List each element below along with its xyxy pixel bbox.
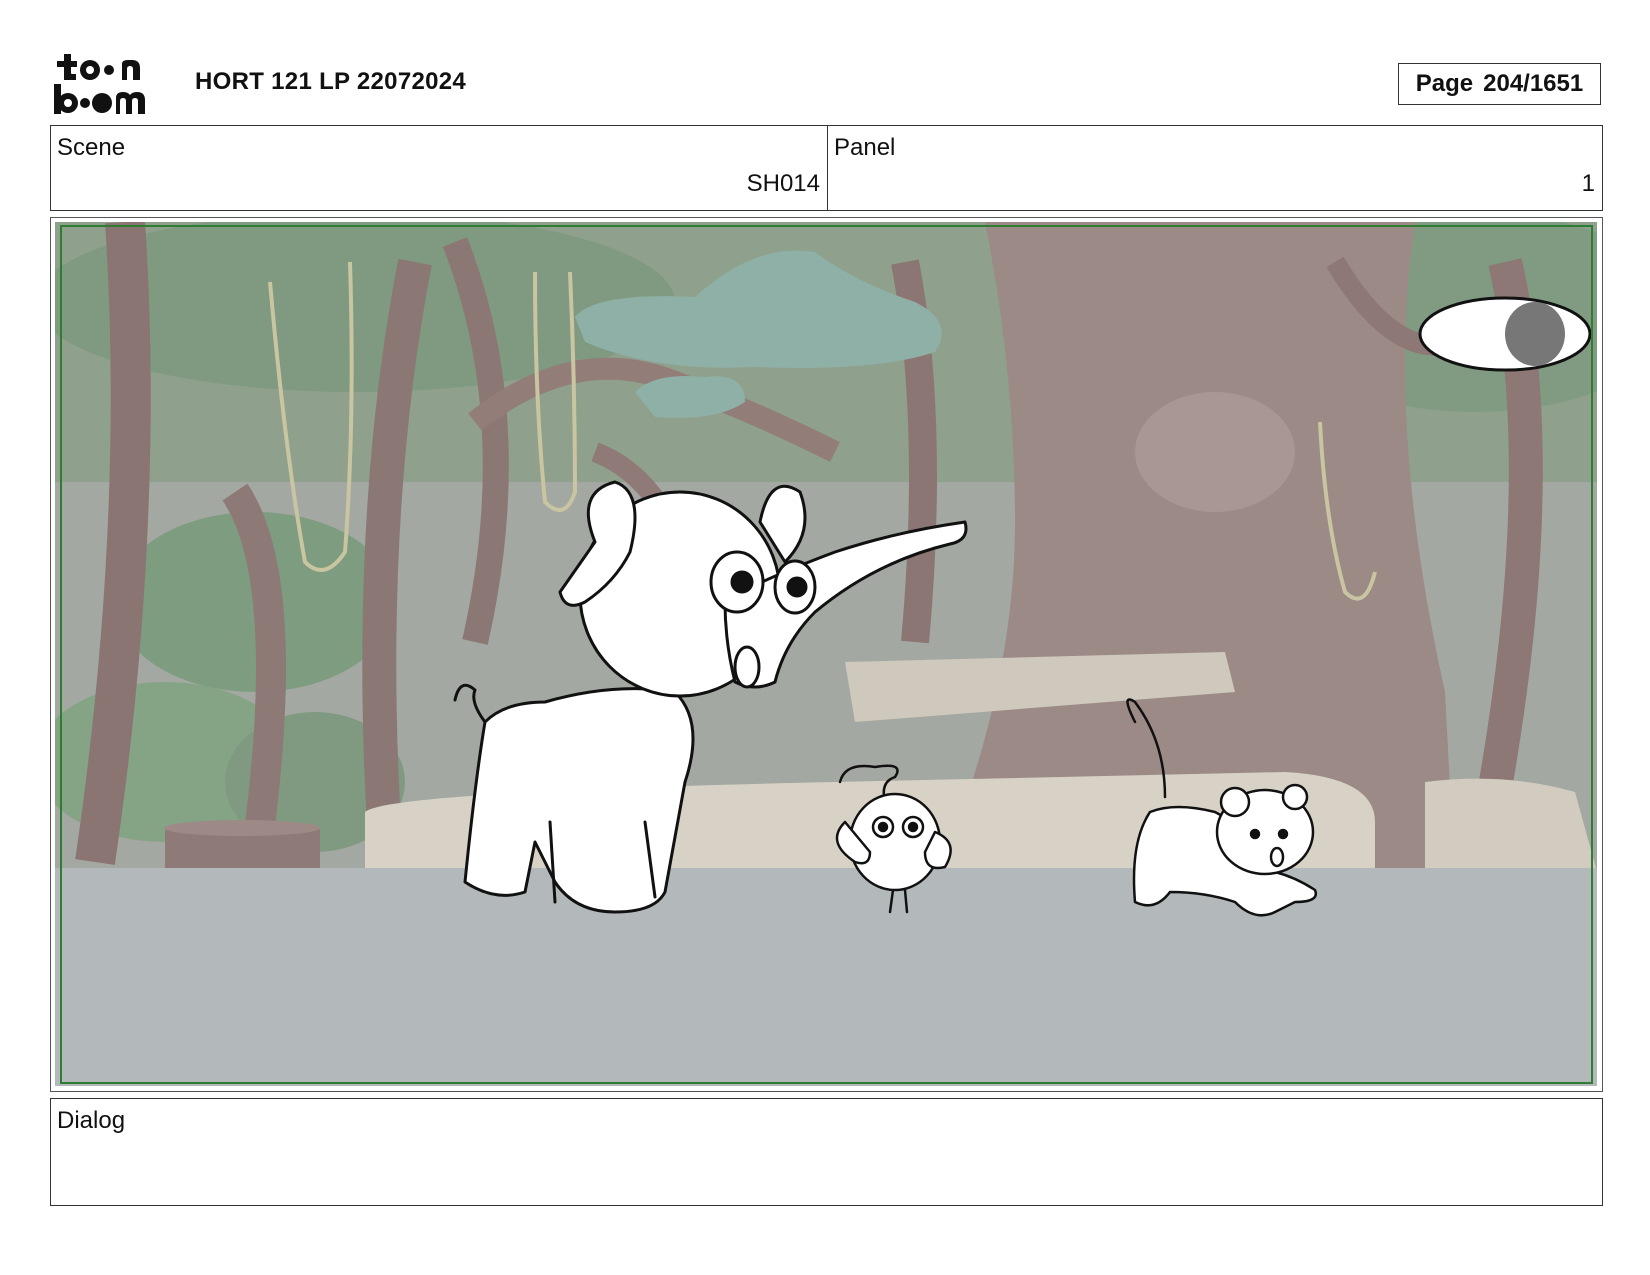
dialog-label: Dialog [57,1107,126,1134]
scene-panel-row: Scene SH014 Panel 1 [50,125,1603,211]
panel-cell: Panel 1 [828,126,1602,210]
panel-label: Panel [834,134,896,161]
scene-cell: Scene SH014 [51,126,828,210]
panel-value: 1 [1581,170,1595,197]
page-number: 204/1651 [1483,70,1584,97]
scene-value: SH014 [746,170,820,197]
storyboard-panel-frame [50,217,1603,1092]
document-title: HORT 121 LP 22072024 [195,68,467,95]
dialog-box: Dialog [50,1098,1603,1206]
scene-label: Scene [57,134,126,161]
page-indicator: Page 204/1651 [1398,63,1601,105]
storyboard-image [55,222,1597,1086]
toon-boom-logo [54,54,145,114]
page-label: Page [1415,70,1474,97]
